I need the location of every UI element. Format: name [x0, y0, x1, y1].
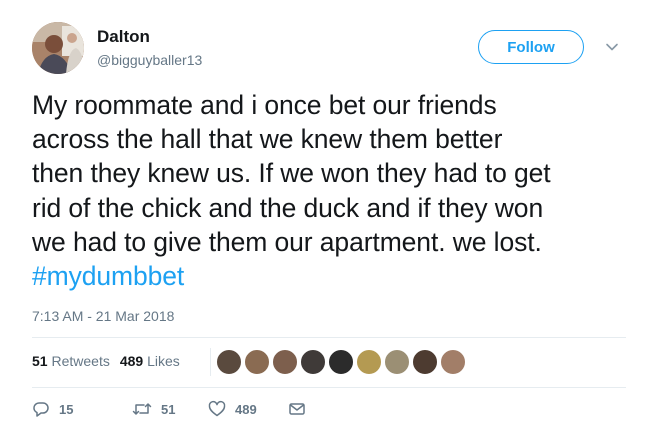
reply-count: 15: [59, 401, 74, 417]
liker-avatar[interactable]: [244, 349, 270, 375]
tweet-text: My roommate and i once bet our friends a…: [32, 88, 642, 293]
retweet-icon: [132, 403, 152, 415]
reply-icon: [33, 402, 49, 417]
like-button[interactable]: 489: [208, 400, 257, 418]
liker-avatar[interactable]: [328, 349, 354, 375]
tweet-text-line: rid of the chick and the duck and if the…: [32, 192, 544, 223]
tweet-text-line: then they knew us. If we won they had to…: [32, 158, 551, 189]
likes-stat[interactable]: 489 Likes: [120, 353, 180, 369]
heart-icon: [208, 400, 226, 417]
like-count: 489: [235, 401, 257, 417]
liker-avatar[interactable]: [440, 349, 466, 375]
retweet-count: 51: [161, 401, 176, 417]
reply-button[interactable]: 15: [32, 400, 73, 418]
retweets-label: Retweets: [51, 353, 110, 369]
hashtag-link[interactable]: #mydumbbet: [32, 259, 642, 293]
retweets-stat[interactable]: 51 Retweets: [32, 353, 110, 369]
tweet-text-line: we had to give them our apartment. we lo…: [32, 226, 542, 257]
follow-button[interactable]: Follow: [478, 30, 584, 64]
liker-avatar[interactable]: [412, 349, 438, 375]
direct-message-button[interactable]: [288, 400, 306, 418]
retweets-count: 51: [32, 353, 48, 369]
user-avatar[interactable]: [32, 22, 84, 74]
liker-avatar[interactable]: [384, 349, 410, 375]
engagement-stats: 51 Retweets 489 Likes: [32, 353, 180, 369]
chevron-down-icon[interactable]: [605, 40, 619, 54]
likes-label: Likes: [147, 353, 180, 369]
avatar-photo: [32, 22, 84, 74]
liker-avatar[interactable]: [272, 349, 298, 375]
divider: [32, 387, 626, 388]
tweet-timestamp[interactable]: 7:13 AM - 21 Mar 2018: [32, 308, 174, 324]
envelope-icon: [289, 403, 305, 415]
divider: [32, 337, 626, 338]
likers-separator: [210, 348, 211, 376]
retweet-button[interactable]: 51: [132, 400, 175, 418]
liker-avatar[interactable]: [216, 349, 242, 375]
liker-avatar[interactable]: [300, 349, 326, 375]
likes-count: 489: [119, 353, 144, 369]
tweet-text-line: across the hall that we knew them better: [32, 124, 503, 155]
tweet-text-line: My roommate and i once bet our friends: [32, 90, 497, 120]
liker-avatar[interactable]: [356, 349, 382, 375]
user-display-name[interactable]: Dalton: [97, 27, 150, 47]
user-handle[interactable]: @bigguyballer13: [97, 52, 202, 68]
